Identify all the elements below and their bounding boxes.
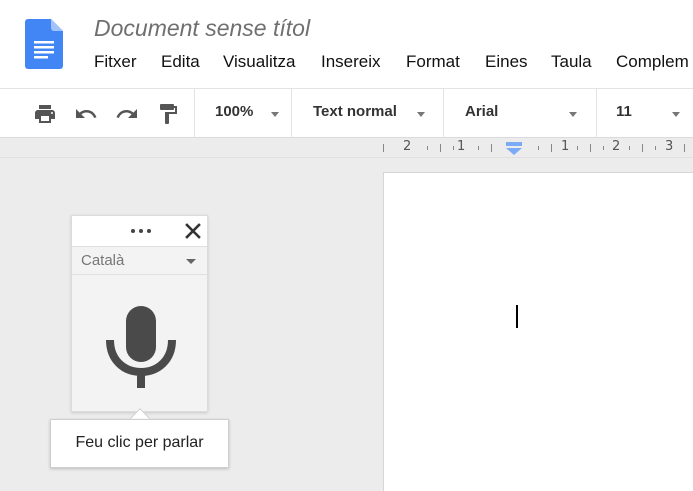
tooltip-text: Feu clic per parlar [75, 434, 204, 451]
indent-marker-icon[interactable] [506, 142, 522, 155]
menu-bar: Fitxer Edita Visualitza Insereix Format … [0, 52, 693, 76]
ruler-label: 2 [403, 139, 412, 154]
paragraph-style-select[interactable]: Text normal [313, 103, 428, 125]
ruler-tick [642, 144, 643, 152]
chevron-down-icon [672, 112, 680, 117]
ruler-label: 1 [561, 139, 570, 154]
click-to-speak-tooltip: Feu clic per parlar [50, 419, 229, 468]
ruler-label: 2 [612, 139, 621, 154]
menu-table[interactable]: Taula [551, 52, 592, 72]
toolbar-divider [194, 89, 195, 138]
chevron-down-icon [569, 112, 577, 117]
voice-typing-header [72, 216, 207, 246]
ruler-bar: 2 1 1 2 3 [0, 138, 693, 158]
menu-file[interactable]: Fitxer [94, 52, 137, 72]
redo-icon [116, 109, 137, 118]
ruler-tick [491, 144, 492, 152]
ruler-tick [538, 146, 539, 150]
ruler-tick [478, 146, 479, 150]
ruler-label: 3 [665, 139, 674, 154]
more-dots-icon [139, 229, 143, 233]
zoom-select[interactable]: 100% [215, 103, 285, 125]
ruler-tick [440, 144, 441, 152]
ruler-label: 1 [457, 139, 466, 154]
more-dots-icon [147, 229, 151, 233]
toolbar: 100% Text normal Arial 11 [0, 88, 693, 138]
close-icon [185, 223, 201, 239]
font-size-select[interactable]: 11 [616, 103, 684, 125]
undo-icon [76, 109, 97, 118]
chevron-down-icon [271, 112, 279, 117]
language-value: Català [81, 252, 125, 269]
chevron-down-icon [417, 112, 425, 117]
text-cursor [516, 305, 518, 328]
menu-view[interactable]: Visualitza [223, 52, 295, 72]
zoom-value: 100% [215, 103, 254, 120]
more-dots-icon [131, 229, 135, 233]
toolbar-divider [596, 89, 597, 138]
voice-typing-panel: Català [71, 215, 208, 412]
print-button[interactable] [32, 101, 58, 127]
horizontal-ruler[interactable]: 2 1 1 2 3 [383, 138, 693, 158]
chevron-down-icon [186, 259, 196, 264]
more-options-button[interactable] [127, 222, 155, 240]
redo-button[interactable] [114, 101, 140, 127]
paint-format-button[interactable] [155, 101, 181, 127]
menu-edit[interactable]: Edita [161, 52, 200, 72]
undo-button[interactable] [73, 101, 99, 127]
close-button[interactable] [182, 220, 204, 242]
menu-tools[interactable]: Eines [485, 52, 528, 72]
microphone-button[interactable] [102, 298, 180, 390]
print-icon [35, 105, 55, 123]
ruler-tick [590, 144, 591, 152]
language-select[interactable]: Català [72, 246, 207, 275]
font-size-value: 11 [616, 103, 632, 120]
ruler-tick [383, 144, 384, 152]
app-header: Document sense títol Fitxer Edita Visual… [0, 0, 693, 88]
ruler-tick [655, 146, 656, 150]
menu-format[interactable]: Format [406, 52, 460, 72]
paragraph-style-value: Text normal [313, 103, 397, 120]
menu-addons[interactable]: Complem [616, 52, 689, 72]
microphone-icon [106, 306, 176, 388]
ruler-tick [453, 146, 454, 150]
menu-insert[interactable]: Insereix [321, 52, 381, 72]
document-title[interactable]: Document sense títol [94, 15, 310, 42]
ruler-tick [427, 146, 428, 150]
ruler-tick [551, 144, 552, 152]
ruler-tick [603, 146, 604, 150]
ruler-tick [577, 146, 578, 150]
font-value: Arial [465, 103, 499, 120]
toolbar-divider [291, 89, 292, 138]
ruler-tick [684, 144, 685, 152]
font-select[interactable]: Arial [465, 103, 580, 125]
toolbar-divider [443, 89, 444, 138]
ruler-tick [629, 146, 630, 150]
paint-format-icon [160, 104, 177, 124]
document-page[interactable] [383, 172, 693, 491]
